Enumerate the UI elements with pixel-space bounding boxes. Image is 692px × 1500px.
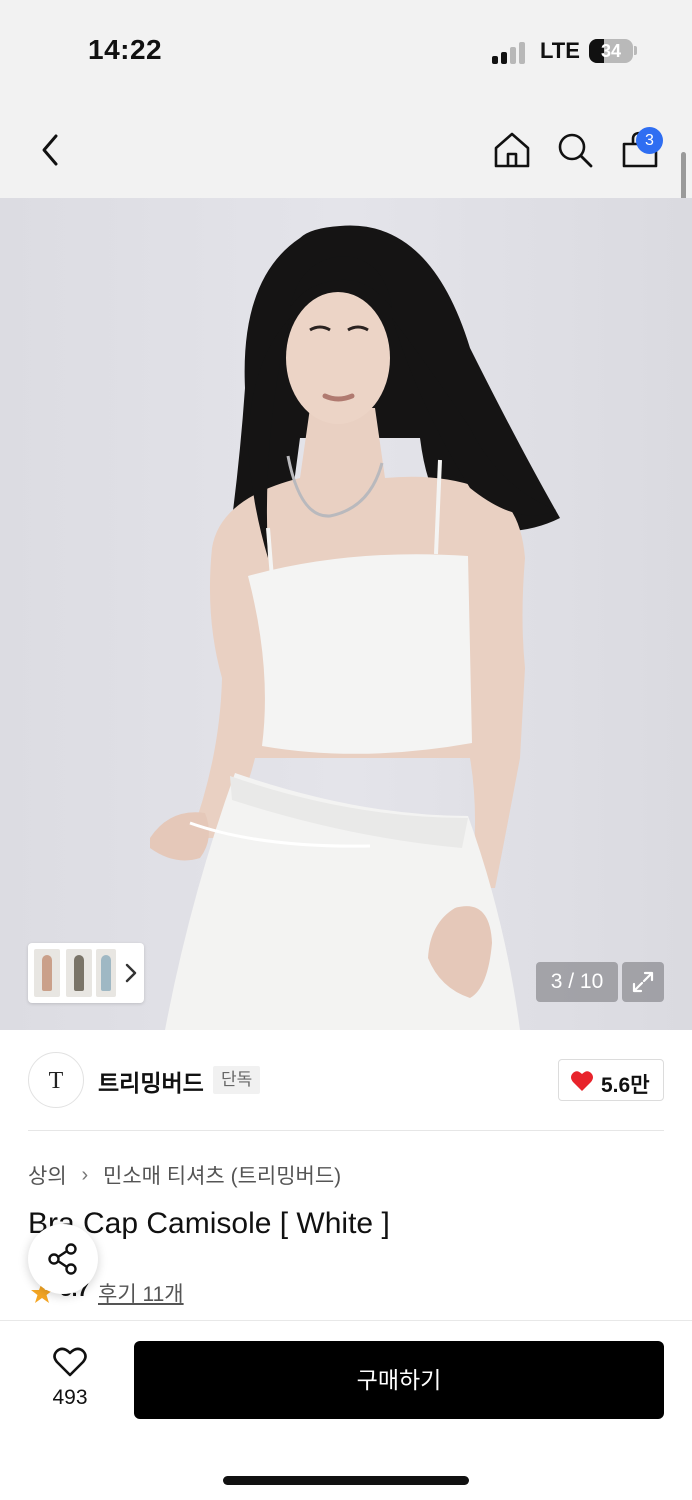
chevron-right-icon: › [81, 1163, 89, 1186]
share-button[interactable] [28, 1224, 98, 1294]
heart-icon [571, 1071, 593, 1091]
share-icon [48, 1243, 77, 1275]
brand-like-count: 5.6만 [601, 1074, 650, 1097]
cart-count-badge: 3 [636, 127, 663, 154]
signal-icon [492, 40, 528, 64]
heart-outline-icon [53, 1347, 87, 1377]
gallery-page-counter: 3 / 10 [536, 962, 618, 1002]
thumbnail-figure [74, 955, 84, 991]
wishlist-count: 493 [52, 1386, 88, 1409]
thumbnail-strip[interactable] [28, 943, 144, 1003]
thumbnail-figure [42, 955, 52, 991]
search-button[interactable] [555, 130, 595, 170]
battery-icon: 34 [589, 39, 633, 63]
network-type: LTE [540, 38, 580, 63]
reviews-link[interactable]: 후기 11개 [98, 1278, 184, 1308]
expand-icon [632, 971, 654, 993]
home-indicator [223, 1476, 469, 1485]
status-bar: 14:22 LTE 34 [0, 0, 692, 100]
breadcrumb: 상의 › 민소매 티셔츠 (트리밍버드) [28, 1160, 341, 1190]
nav-header [0, 100, 692, 198]
wishlist-button[interactable]: 493 [34, 1342, 106, 1418]
model-photo [150, 225, 560, 1030]
back-button[interactable] [36, 130, 66, 170]
exclusive-badge: 단독 [213, 1066, 261, 1094]
thumbnail-1[interactable] [34, 949, 60, 997]
buy-button[interactable]: 구매하기 [134, 1341, 664, 1419]
status-time: 14:22 [88, 34, 163, 65]
brand-logo[interactable]: T [28, 1052, 84, 1108]
thumbnail-2[interactable] [66, 949, 92, 997]
home-button[interactable] [492, 130, 532, 170]
product-image[interactable]: 3 / 10 [0, 198, 692, 1030]
chevron-right-icon[interactable] [124, 962, 138, 984]
battery-tip [634, 46, 637, 55]
battery-level: 34 [600, 41, 622, 61]
thumbnail-3[interactable] [96, 949, 116, 997]
expand-button[interactable] [622, 962, 664, 1002]
breadcrumb-category[interactable]: 상의 [28, 1160, 67, 1190]
divider [28, 1130, 664, 1131]
breadcrumb-subcategory[interactable]: 민소매 티셔츠 (트리밍버드) [103, 1160, 341, 1190]
brand-name[interactable]: 트리밍버드 [98, 1064, 204, 1098]
brand-like-button[interactable]: 5.6만 [558, 1059, 664, 1101]
thumbnail-figure [101, 955, 111, 991]
